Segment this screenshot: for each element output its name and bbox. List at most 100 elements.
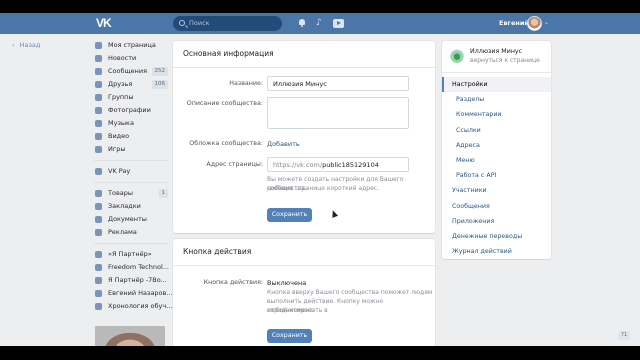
menu-item-messages[interactable]: Сообщения bbox=[442, 199, 551, 214]
card-title: Кнопка действия bbox=[183, 247, 252, 256]
divider bbox=[94, 243, 168, 244]
menu-item-sections[interactable]: Разделы bbox=[442, 92, 551, 107]
vkpay-icon bbox=[95, 168, 102, 175]
action-value[interactable]: Выключена bbox=[267, 279, 306, 287]
back-link[interactable]: ‹ Назад bbox=[12, 41, 40, 49]
video-icon bbox=[95, 133, 102, 140]
bell-icon[interactable] bbox=[297, 18, 307, 28]
nav-item-news[interactable]: Новости bbox=[94, 52, 168, 65]
menu-item-comments[interactable]: Комментарии bbox=[442, 107, 551, 122]
settings-menu: Настройки Разделы Комментарии Ссылки Адр… bbox=[442, 77, 551, 259]
nav-item-ads[interactable]: Реклама bbox=[94, 226, 168, 239]
menu-item-transfers[interactable]: Денежные переводы bbox=[442, 229, 551, 244]
settings-menu-card: Иллюзия Минус вернуться к странице Настр… bbox=[442, 41, 551, 259]
nav-item-documents[interactable]: Документы bbox=[94, 213, 168, 226]
vk-logo[interactable]: VK bbox=[96, 16, 114, 30]
nav-item-music[interactable]: Музыка bbox=[94, 117, 168, 130]
play-icon[interactable] bbox=[333, 19, 344, 28]
group-icon bbox=[95, 277, 102, 284]
save-button[interactable]: Сохранить bbox=[267, 208, 312, 222]
left-nav: Моя страница Новости Сообщения 252 Друзья… bbox=[94, 39, 173, 313]
nav-label: Моя страница bbox=[108, 41, 156, 49]
address-label: Адрес страницы: bbox=[206, 161, 263, 168]
nav-item-group[interactable]: Freedom Technol... bbox=[94, 261, 169, 274]
add-cover-link[interactable]: Добавить bbox=[267, 140, 300, 148]
nav-item-photos[interactable]: Фотографии bbox=[94, 104, 168, 117]
address-value: public185129104 bbox=[322, 161, 379, 169]
nav-label: Сообщения bbox=[108, 67, 148, 75]
divider bbox=[442, 72, 551, 73]
action-hint-3: любой момент. bbox=[267, 307, 315, 314]
chevron-down-icon[interactable]: ⌄ bbox=[544, 19, 549, 26]
search-placeholder: Поиск bbox=[189, 19, 210, 27]
nav-item-video[interactable]: Видео bbox=[94, 130, 168, 143]
nav-item-vkpay[interactable]: VK Pay bbox=[94, 165, 168, 178]
menu-item-api[interactable]: Работа с API bbox=[442, 168, 551, 183]
promo-photo[interactable] bbox=[95, 326, 165, 346]
group-icon bbox=[95, 303, 102, 310]
groups-icon bbox=[95, 94, 102, 101]
nav-label: Закладки bbox=[108, 202, 141, 210]
nav-item-goods[interactable]: Товары 1 bbox=[94, 187, 168, 200]
group-name[interactable]: Иллюзия Минус bbox=[470, 48, 522, 55]
group-icon bbox=[95, 290, 102, 297]
divider bbox=[173, 67, 435, 68]
menu-item-members[interactable]: Участники bbox=[442, 183, 551, 198]
corner-badge[interactable]: 71 bbox=[618, 331, 630, 340]
back-to-page-link[interactable]: вернуться к странице bbox=[470, 57, 540, 64]
group-icon bbox=[95, 251, 102, 258]
nav-label: Реклама bbox=[108, 228, 137, 236]
nav-item-group[interactable]: Я Партнёр -7Bo... bbox=[94, 274, 168, 287]
nav-item-games[interactable]: Игры bbox=[94, 143, 168, 156]
music-note-icon[interactable]: ♪ bbox=[316, 18, 326, 28]
action-button-card: Кнопка действия Кнопка действия: Выключе… bbox=[173, 239, 435, 346]
nav-item-friends[interactable]: Друзья 106 bbox=[94, 78, 168, 91]
description-label: Описание сообщества: bbox=[186, 100, 263, 107]
divider bbox=[94, 160, 168, 161]
nav-label: VK Pay bbox=[108, 167, 131, 175]
name-field[interactable]: Иллюзия Минус bbox=[267, 76, 409, 91]
name-label: Название: bbox=[229, 80, 263, 87]
nav-item-messages[interactable]: Сообщения 252 bbox=[94, 65, 168, 78]
group-icon bbox=[95, 264, 102, 271]
nav-item-group[interactable]: «Я Партнёр» bbox=[94, 248, 168, 261]
music-icon bbox=[95, 120, 102, 127]
save-button[interactable]: Сохранить bbox=[267, 329, 312, 343]
ads-icon bbox=[95, 229, 102, 236]
menu-item-links[interactable]: Ссылки bbox=[442, 123, 551, 138]
nav-label: Я Партнёр -7Bo... bbox=[108, 276, 167, 284]
nav-label: Новости bbox=[108, 54, 137, 62]
goods-icon bbox=[95, 190, 102, 197]
nav-item-bookmarks[interactable]: Закладки bbox=[94, 200, 168, 213]
nav-item-groups[interactable]: Группы bbox=[94, 91, 168, 104]
action-hint-1: Кнопка вверху Вашего сообщества поможет … bbox=[267, 289, 433, 296]
nav-item-group[interactable]: Хронология обуч... bbox=[94, 300, 172, 313]
chevron-left-icon: ‹ bbox=[12, 41, 15, 49]
nav-label: Freedom Technol... bbox=[108, 263, 169, 271]
home-icon bbox=[95, 42, 102, 49]
page: ‹ Назад Моя страница Новости Сообщения 252… bbox=[0, 34, 640, 346]
group-avatar[interactable] bbox=[450, 49, 464, 63]
divider bbox=[94, 182, 168, 183]
menu-item-settings[interactable]: Настройки bbox=[442, 77, 551, 93]
address-field[interactable]: https://vk.com/public185129104 bbox=[267, 157, 409, 172]
basic-info-card: Основная информация Название: Иллюзия Ми… bbox=[173, 41, 435, 233]
divider bbox=[173, 265, 435, 266]
nav-label: Евгений Назаров... bbox=[108, 289, 173, 297]
menu-item-menu[interactable]: Меню bbox=[442, 153, 551, 168]
menu-item-addresses[interactable]: Адреса bbox=[442, 138, 551, 153]
description-field[interactable] bbox=[267, 97, 409, 129]
avatar[interactable] bbox=[527, 16, 542, 31]
action-label: Кнопка действия: bbox=[203, 279, 263, 286]
menu-item-action-log[interactable]: Журнал действий bbox=[442, 244, 551, 259]
nav-item-group[interactable]: Евгений Назаров... bbox=[94, 287, 173, 300]
nav-label: Хронология обуч... bbox=[108, 302, 173, 310]
user-name[interactable]: Евгений bbox=[499, 19, 529, 27]
photos-icon bbox=[95, 107, 102, 114]
back-label: Назад bbox=[19, 41, 41, 49]
menu-item-apps[interactable]: Приложения bbox=[442, 214, 551, 229]
nav-item-my-page[interactable]: Моя страница bbox=[94, 39, 168, 52]
count-badge: 1 bbox=[158, 189, 168, 198]
search-input[interactable]: Поиск bbox=[173, 16, 282, 31]
cover-label: Обложка сообщества: bbox=[189, 140, 263, 147]
